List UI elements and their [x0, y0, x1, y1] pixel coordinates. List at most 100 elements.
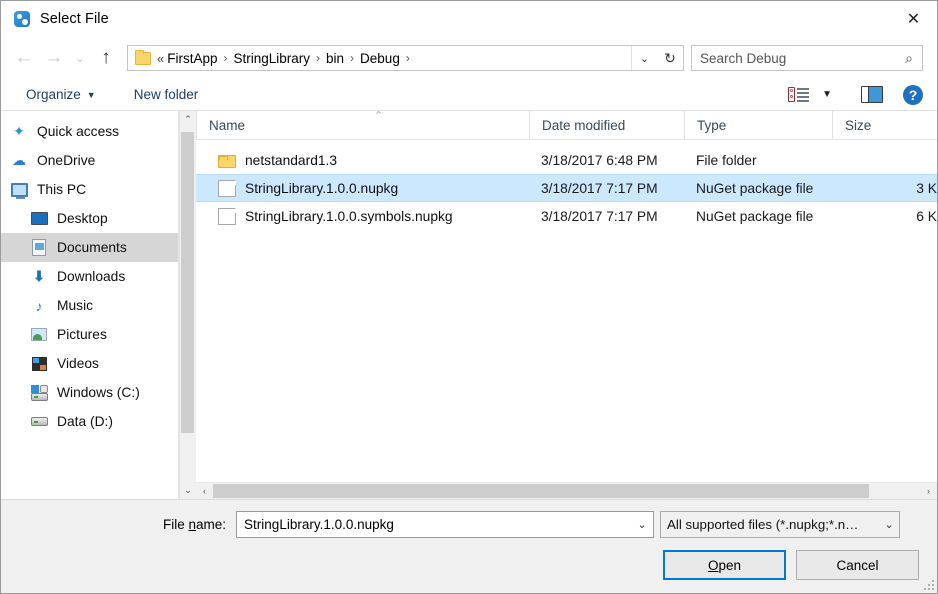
chevron-down-icon[interactable]: ⌄ — [631, 46, 657, 70]
new-folder-button[interactable]: New folder — [127, 84, 206, 105]
breadcrumb-separator[interactable]: › — [345, 51, 359, 65]
chevron-down-icon[interactable]: ⌄ — [879, 518, 899, 531]
list-view-icon — [788, 86, 810, 104]
sidebar-item-downloads[interactable]: ⬇ Downloads — [1, 262, 178, 291]
sidebar-item-desktop[interactable]: Desktop — [1, 204, 178, 233]
address-bar[interactable]: « FirstApp › StringLibrary › bin › Debug… — [127, 45, 684, 71]
sidebar-item-videos[interactable]: Videos — [1, 349, 178, 378]
breadcrumb-separator[interactable]: › — [219, 51, 233, 65]
folder-icon — [218, 155, 236, 168]
sidebar-item-label: Pictures — [57, 327, 107, 342]
open-button[interactable]: Open — [663, 550, 786, 580]
select-file-dialog: Select File ✕ ← → ⌄ ↑ « FirstApp › Strin… — [0, 0, 938, 594]
chevron-down-icon: ▼ — [86, 89, 96, 100]
sidebar-item-label: Downloads — [57, 269, 126, 284]
file-name-label: StringLibrary.1.0.0.nupkg — [245, 180, 399, 196]
file-name-label-post: ame: — [196, 517, 227, 532]
file-name-row: File name: StringLibrary.1.0.0.nupkg ⌄ A… — [1, 500, 937, 538]
scrollbar-track[interactable] — [180, 128, 197, 482]
help-icon[interactable]: ? — [903, 84, 923, 105]
scroll-right-icon[interactable]: › — [920, 486, 937, 496]
sidebar-scrollbar[interactable]: ⌃ ⌄ — [179, 111, 197, 499]
search-input[interactable]: Search Debug ⌕ — [691, 45, 923, 71]
file-name-value: StringLibrary.1.0.0.nupkg — [244, 517, 394, 532]
sidebar-item-this-pc[interactable]: This PC — [1, 175, 178, 204]
sidebar-item-label: This PC — [37, 182, 87, 197]
title-bar: Select File ✕ — [1, 1, 937, 37]
recent-locations-button[interactable]: ⌄ — [69, 43, 91, 73]
table-row[interactable]: netstandard1.3 3/18/2017 6:48 PM File fo… — [196, 146, 937, 174]
up-button[interactable]: ↑ — [91, 43, 121, 73]
sidebar-item-onedrive[interactable]: ☁ OneDrive — [1, 146, 178, 175]
sidebar-item-label: Music — [57, 298, 94, 313]
cancel-button[interactable]: Cancel — [796, 550, 919, 580]
forward-button[interactable]: → — [39, 43, 69, 73]
navigation-sidebar: ✦ Quick access ☁ OneDrive This PC Deskto… — [1, 111, 179, 499]
sidebar-item-data-d[interactable]: Data (D:) — [1, 407, 178, 436]
file-icon — [218, 179, 236, 197]
sidebar-item-label: Videos — [57, 356, 99, 371]
file-name-label-accel: n — [188, 517, 197, 532]
scrollbar-thumb[interactable] — [180, 132, 194, 433]
chevron-down-icon[interactable]: ⌄ — [631, 518, 653, 531]
back-button[interactable]: ← — [9, 43, 39, 73]
search-placeholder: Search Debug — [700, 50, 787, 66]
picture-icon — [29, 326, 49, 344]
cloud-icon: ☁ — [12, 152, 26, 168]
file-name-label: netstandard1.3 — [245, 152, 338, 168]
resize-grip[interactable] — [923, 579, 934, 590]
breadcrumb-item-3[interactable]: Debug — [359, 51, 401, 66]
monitor-icon — [9, 181, 29, 199]
scrollbar-track[interactable] — [213, 483, 920, 500]
column-header-date-modified[interactable]: Date modified — [529, 110, 684, 140]
scroll-up-icon[interactable]: ⌃ — [179, 111, 197, 128]
file-type-cell: NuGet package file — [696, 180, 814, 196]
close-icon[interactable]: ✕ — [890, 1, 937, 36]
file-type-filter-select[interactable]: All supported files (*.nupkg;*.n… ⌄ — [660, 511, 901, 538]
scroll-left-icon[interactable]: ‹ — [196, 486, 213, 496]
file-size-cell: 6 K — [916, 208, 937, 224]
navigation-bar: ← → ⌄ ↑ « FirstApp › StringLibrary › bin… — [1, 37, 937, 79]
breadcrumb-item-1[interactable]: StringLibrary — [233, 51, 312, 66]
dialog-body: ✦ Quick access ☁ OneDrive This PC Deskto… — [1, 110, 937, 499]
breadcrumb-item-0[interactable]: FirstApp — [166, 51, 218, 66]
sidebar-item-label: OneDrive — [37, 153, 96, 168]
sidebar-item-music[interactable]: ♪ Music — [1, 291, 178, 320]
file-list-horizontal-scrollbar[interactable]: ‹ › — [196, 482, 937, 499]
file-name-input[interactable]: StringLibrary.1.0.0.nupkg ⌄ — [236, 511, 655, 538]
sidebar-item-pictures[interactable]: Pictures — [1, 320, 178, 349]
table-row[interactable]: StringLibrary.1.0.0.nupkg 3/18/2017 7:17… — [196, 174, 937, 202]
star-icon: ✦ — [13, 123, 25, 139]
preview-pane-icon[interactable] — [861, 86, 883, 103]
file-name-label: StringLibrary.1.0.0.symbols.nupkg — [245, 208, 453, 224]
app-icon — [13, 10, 31, 28]
file-name-label: File name: — [163, 517, 226, 532]
drive-icon — [29, 413, 49, 431]
file-name-cell: StringLibrary.1.0.0.symbols.nupkg — [196, 207, 529, 225]
search-icon[interactable]: ⌕ — [896, 50, 922, 67]
column-header-type[interactable]: Type — [684, 110, 832, 140]
scroll-down-icon[interactable]: ⌄ — [179, 482, 197, 499]
file-name-cell: StringLibrary.1.0.0.nupkg — [196, 179, 529, 197]
path-overflow[interactable]: « — [157, 51, 166, 66]
breadcrumb-separator[interactable]: › — [401, 51, 415, 65]
sidebar-item-quick-access[interactable]: ✦ Quick access — [1, 117, 178, 146]
music-note-icon: ♪ — [35, 297, 43, 314]
column-header-name[interactable]: Name — [196, 110, 529, 140]
view-options-button[interactable]: ▼ — [781, 83, 839, 107]
dialog-buttons: Open Cancel — [1, 538, 937, 580]
refresh-icon[interactable]: ↻ — [657, 46, 683, 70]
organize-button[interactable]: Organize ▼ — [19, 84, 103, 105]
scrollbar-thumb[interactable] — [213, 483, 869, 498]
sidebar-item-label: Data (D:) — [57, 414, 113, 429]
breadcrumb-separator[interactable]: › — [311, 51, 325, 65]
file-size-cell: 3 K — [916, 180, 937, 196]
sidebar-item-documents[interactable]: Documents — [1, 233, 178, 262]
sidebar-item-windows-c[interactable]: Windows (C:) — [1, 378, 178, 407]
table-row[interactable]: StringLibrary.1.0.0.symbols.nupkg 3/18/2… — [196, 202, 937, 230]
column-header-row: ⌃ Name Date modified Type Size — [196, 110, 937, 140]
breadcrumb-item-2[interactable]: bin — [325, 51, 345, 66]
command-bar: Organize ▼ New folder ▼ ? — [1, 79, 937, 111]
file-name-cell: netstandard1.3 — [196, 152, 529, 168]
column-header-size[interactable]: Size — [832, 110, 937, 140]
